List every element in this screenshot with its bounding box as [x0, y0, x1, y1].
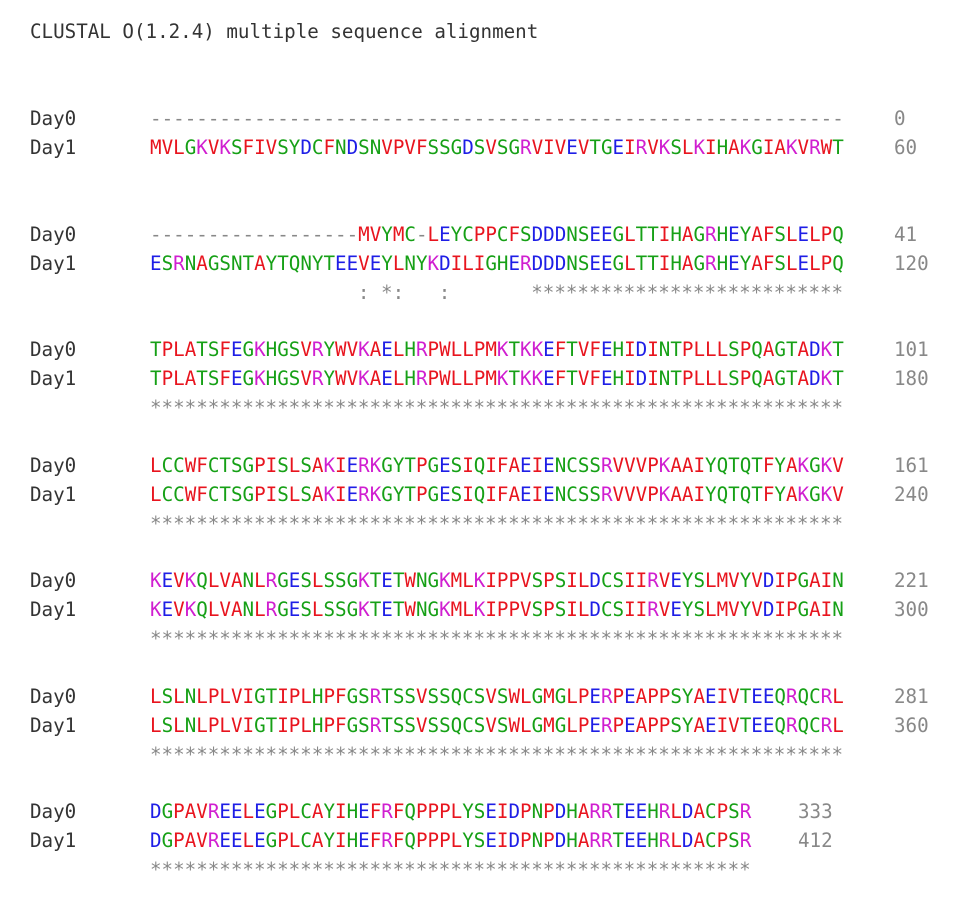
- sequence-name: Day0: [30, 222, 77, 246]
- sequence-name: Day1: [30, 136, 77, 159]
- residue-count: 120: [894, 251, 929, 275]
- consensus-symbols: ****************************************…: [150, 742, 844, 766]
- sequence-residues: TPLATSFEGKHGSVRYWVKAELHRPWLLPMKTKKEFTVFE…: [150, 367, 844, 390]
- sequence-name: Day0: [30, 338, 77, 361]
- sequence-name: Day1: [30, 367, 77, 390]
- sequence-residues: ----------------------------------------…: [150, 107, 844, 130]
- residue-count: 333: [798, 800, 833, 823]
- residue-count: 300: [894, 598, 929, 621]
- sequence-residues: ESRNAGSNTAYTQNYTEEVEYLNYKDILIGHERDDDNSEE…: [150, 251, 844, 275]
- sequence-name: Day0: [30, 107, 77, 130]
- sequence-name: Day1: [30, 482, 77, 506]
- residue-count: 221: [894, 569, 929, 592]
- sequence-residues: DGPAVREELEGPLCAYIHEFRFQPPPLYSEIDPNPDHARR…: [150, 829, 752, 852]
- sequence-residues: TPLATSFEGKHGSVRYWVKAELHRPWLLPMKTKKEFTVFE…: [150, 338, 844, 361]
- residue-count: 281: [894, 684, 929, 708]
- consensus-symbols: ****************************************…: [150, 627, 844, 650]
- sequence-name: Day0: [30, 800, 77, 823]
- residue-count: 240: [894, 482, 929, 506]
- residue-count: 360: [894, 713, 929, 737]
- sequence-residues: LCCWFCTSGPISLSAKIERKGYTPGESIQIFAEIENCSSR…: [150, 453, 844, 477]
- sequence-residues: LCCWFCTSGPISLSAKIERKGYTPGESIQIFAEIENCSSR…: [150, 482, 844, 506]
- consensus-symbols: ****************************************…: [150, 511, 844, 535]
- consensus-symbols: ****************************************…: [150, 396, 844, 419]
- alignment-title: CLUSTAL O(1.2.4) multiple sequence align…: [30, 20, 539, 43]
- sequence-residues: DGPAVREELEGPLCAYIHEFRFQPPPLYSEIDPNPDHARR…: [150, 800, 752, 823]
- residue-count: 161: [894, 453, 929, 477]
- residue-count: 60: [894, 136, 918, 159]
- sequence-residues: ------------------MVYMC-LEYCPPCFSDDDNSEE…: [150, 222, 844, 246]
- sequence-residues: KEVKQLVANLRGESLSSGKTETWNGKMLKIPPVSPSILDC…: [150, 598, 844, 621]
- sequence-residues: LSLNLPLVIGTIPLHPFGSRTSSVSSQCSVSWLGMGLPER…: [150, 684, 844, 708]
- residue-count: 101: [894, 338, 929, 361]
- residue-count: 180: [894, 367, 929, 390]
- sequence-name: Day1: [30, 713, 77, 737]
- sequence-residues: MVLGKVKSFIVSYDCFNDSNVPVFSSGDSVSGRVIVEVTG…: [150, 136, 844, 159]
- sequence-name: Day1: [30, 251, 77, 275]
- sequence-residues: KEVKQLVANLRGESLSSGKTETWNGKMLKIPPVSPSILDC…: [150, 569, 844, 592]
- residue-count: 41: [894, 222, 918, 246]
- sequence-name: Day1: [30, 829, 77, 852]
- alignment-page: CLUSTAL O(1.2.4) multiple sequence align…: [0, 0, 960, 904]
- consensus-symbols: ****************************************…: [150, 858, 751, 881]
- sequence-name: Day0: [30, 453, 77, 477]
- residue-count: 0: [894, 107, 906, 130]
- residue-count: 412: [798, 829, 833, 852]
- sequence-name: Day0: [30, 569, 77, 592]
- sequence-name: Day0: [30, 684, 77, 708]
- sequence-residues: LSLNLPLVIGTIPLHPFGSRTSSVSSQCSVSWLGMGLPER…: [150, 713, 844, 737]
- sequence-name: Day1: [30, 598, 77, 621]
- consensus-symbols: : *: : ***************************: [150, 280, 844, 304]
